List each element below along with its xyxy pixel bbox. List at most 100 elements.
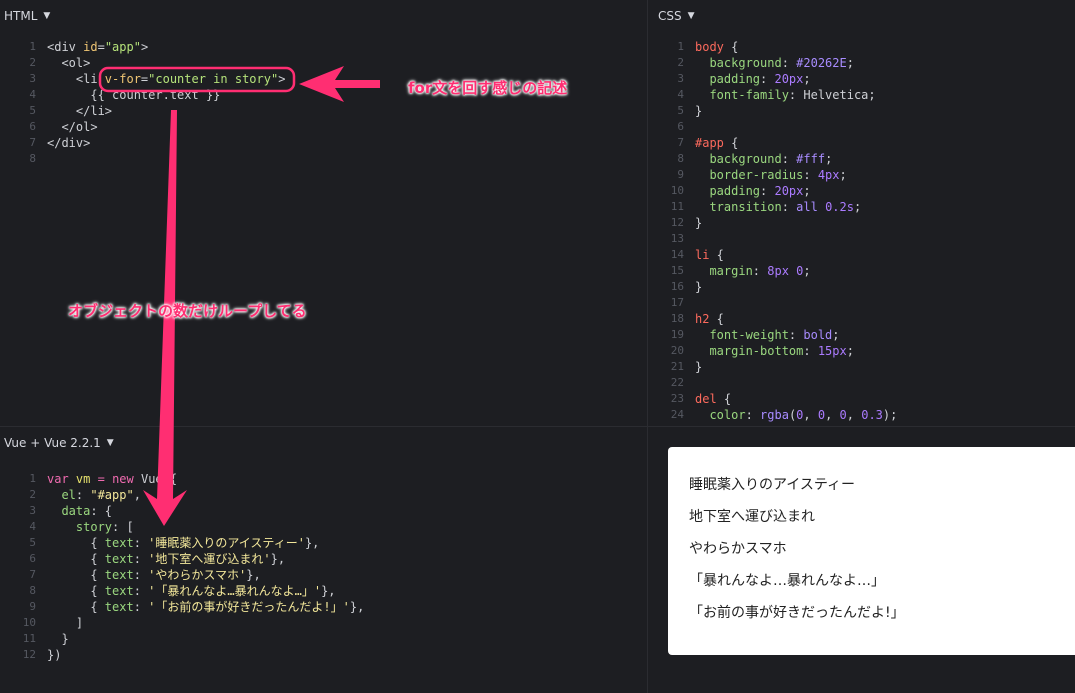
code-token: : bbox=[788, 328, 804, 342]
js-code-line[interactable]: 1 var vm = new Vue({ bbox=[0, 471, 364, 487]
css-code-line[interactable]: 8 background: #fff; bbox=[648, 151, 897, 167]
line-number: 12 bbox=[22, 648, 36, 661]
code-token: ; bbox=[803, 264, 811, 278]
code-token: background bbox=[695, 56, 782, 70]
code-text: </ol> bbox=[47, 119, 97, 135]
code-text: padding: 20px; bbox=[695, 71, 811, 87]
css-code-line[interactable]: 19 font-weight: bold; bbox=[648, 327, 897, 343]
js-code-line[interactable]: 9 { text: '「お前の事が好きだったんだよ!」'}, bbox=[0, 599, 364, 615]
css-pane-header[interactable]: CSS ▼ bbox=[658, 8, 695, 24]
css-code-line[interactable]: 24 color: rgba(0, 0, 0, 0.3); bbox=[648, 407, 898, 423]
css-code-line[interactable]: 20 margin-bottom: 15px; bbox=[648, 343, 897, 359]
line-number: 1 bbox=[29, 40, 36, 53]
html-code-line[interactable]: 3 <li v-for="counter in story"> bbox=[0, 71, 285, 87]
line-number: 4 bbox=[677, 88, 684, 101]
code-token: all bbox=[796, 200, 818, 214]
css-code-line[interactable]: 18 h2 { bbox=[648, 311, 897, 327]
js-pane-header[interactable]: Vue + Vue 2.2.1 ▼ bbox=[4, 435, 114, 451]
css-code-line[interactable]: 23 del { bbox=[648, 391, 897, 407]
css-code-line[interactable]: 9 border-radius: 4px; bbox=[648, 167, 897, 183]
js-code-line[interactable]: 3 data: { bbox=[0, 503, 364, 519]
code-token: padding bbox=[695, 72, 761, 86]
code-token: }) bbox=[47, 648, 62, 662]
code-token: { bbox=[716, 392, 732, 406]
css-code-line[interactable]: 13 bbox=[648, 231, 897, 247]
css-code-line[interactable]: 10 padding: 20px; bbox=[648, 183, 897, 199]
js-code-line[interactable]: 11 } bbox=[0, 631, 364, 647]
code-text: <div id="app"> bbox=[47, 39, 148, 55]
css-code-line[interactable]: 15 margin: 8px 0; bbox=[648, 263, 897, 279]
code-token: = bbox=[97, 472, 105, 486]
code-token: ; bbox=[803, 184, 811, 198]
code-token: font-family bbox=[695, 88, 789, 102]
code-text: margin-bottom: 15px; bbox=[695, 343, 854, 359]
js-code-line[interactable]: 4 story: [ bbox=[0, 519, 364, 535]
css-code-line[interactable]: 3 padding: 20px; bbox=[648, 71, 897, 87]
html-code-line[interactable]: 6 </ol> bbox=[0, 119, 285, 135]
code-token: , bbox=[133, 488, 141, 502]
code-text: font-family: Helvetica; bbox=[695, 87, 875, 103]
code-token: }, bbox=[270, 552, 286, 566]
html-editor[interactable]: 1 <div id="app"> 2 <ol> 3 <li v-for="counte… bbox=[0, 39, 285, 167]
html-pane-header[interactable]: HTML ▼ bbox=[4, 8, 50, 24]
html-code-line[interactable]: 5 </li> bbox=[0, 103, 285, 119]
html-code-line[interactable]: 8 bbox=[0, 151, 285, 167]
code-token: margin bbox=[695, 264, 753, 278]
code-text: }) bbox=[47, 647, 61, 663]
chevron-down-icon[interactable]: ▼ bbox=[107, 435, 114, 451]
js-editor[interactable]: 1 var vm = new Vue({2 el: "#app", 3 data: … bbox=[0, 471, 365, 663]
html-code-line[interactable]: 4 {{ counter.text }} bbox=[0, 87, 285, 103]
code-token: 0.3 bbox=[861, 408, 883, 422]
code-text: el: "#app", bbox=[47, 487, 141, 503]
code-text: ] bbox=[47, 615, 83, 631]
css-code-line[interactable]: 22 bbox=[648, 375, 897, 391]
chevron-down-icon[interactable]: ▼ bbox=[688, 8, 695, 24]
code-token: </div> bbox=[47, 136, 91, 150]
code-token: ; bbox=[803, 72, 811, 86]
js-code-line[interactable]: 8 { text: '「暴れんなよ…暴れんなよ…」'}, bbox=[0, 583, 364, 599]
code-token: : [ bbox=[112, 520, 134, 534]
code-token: #app bbox=[695, 136, 724, 150]
css-code-line[interactable]: 14 li { bbox=[648, 247, 897, 263]
css-code-line[interactable]: 6 bbox=[648, 119, 897, 135]
chevron-down-icon[interactable]: ▼ bbox=[43, 8, 50, 24]
code-token: li bbox=[695, 248, 710, 262]
code-text: data: { bbox=[47, 503, 112, 519]
code-token: } bbox=[695, 216, 703, 230]
css-code-line[interactable]: 11 transition: all 0.2s; bbox=[648, 199, 897, 215]
js-pane-title: Vue + Vue 2.2.1 bbox=[4, 436, 101, 450]
code-token: : bbox=[133, 584, 149, 598]
line-number: 17 bbox=[670, 296, 684, 309]
line-number: 1 bbox=[29, 472, 36, 485]
html-code-line[interactable]: 1 <div id="app"> bbox=[0, 39, 285, 55]
code-token: : bbox=[781, 152, 797, 166]
js-code-line[interactable]: 6 { text: '地下室へ運び込まれ'}, bbox=[0, 551, 364, 567]
css-code-line[interactable]: 17 bbox=[648, 295, 897, 311]
css-code-line[interactable]: 1 body { bbox=[648, 39, 897, 55]
css-code-line[interactable]: 5} bbox=[648, 103, 897, 119]
line-number: 10 bbox=[22, 616, 36, 629]
code-token: 0 bbox=[817, 408, 826, 422]
css-code-line[interactable]: 12} bbox=[648, 215, 897, 231]
html-code-line[interactable]: 2 <ol> bbox=[0, 55, 285, 71]
code-token: '「暴れんなよ…暴れんなよ…」' bbox=[148, 584, 322, 598]
code-token: id bbox=[83, 40, 98, 54]
js-code-line[interactable]: 2 el: "#app", bbox=[0, 487, 364, 503]
css-code-line[interactable]: 21} bbox=[648, 359, 897, 375]
html-code-line[interactable]: 7 </div> bbox=[0, 135, 285, 151]
result-list-item: 「暴れんなよ…暴れんなよ…」 bbox=[689, 573, 885, 589]
code-token: { bbox=[47, 600, 105, 614]
js-code-line[interactable]: 10 ] bbox=[0, 615, 364, 631]
js-code-line[interactable]: 12}) bbox=[0, 647, 364, 663]
css-editor[interactable]: 1 body {2 background: #20262E; 3 padding: … bbox=[648, 39, 898, 423]
css-code-line[interactable]: 16} bbox=[648, 279, 897, 295]
code-token: , bbox=[825, 408, 840, 422]
js-code-line[interactable]: 7 { text: 'やわらかスマホ'}, bbox=[0, 567, 364, 583]
css-code-line[interactable]: 4 font-family: Helvetica; bbox=[648, 87, 897, 103]
js-code-line[interactable]: 5 { text: '睡眠薬入りのアイスティー'}, bbox=[0, 535, 364, 551]
css-code-line[interactable]: 7 #app { bbox=[648, 135, 897, 151]
code-token: '睡眠薬入りのアイスティー' bbox=[148, 536, 305, 550]
line-number: 15 bbox=[670, 264, 684, 277]
css-code-line[interactable]: 2 background: #20262E; bbox=[648, 55, 897, 71]
